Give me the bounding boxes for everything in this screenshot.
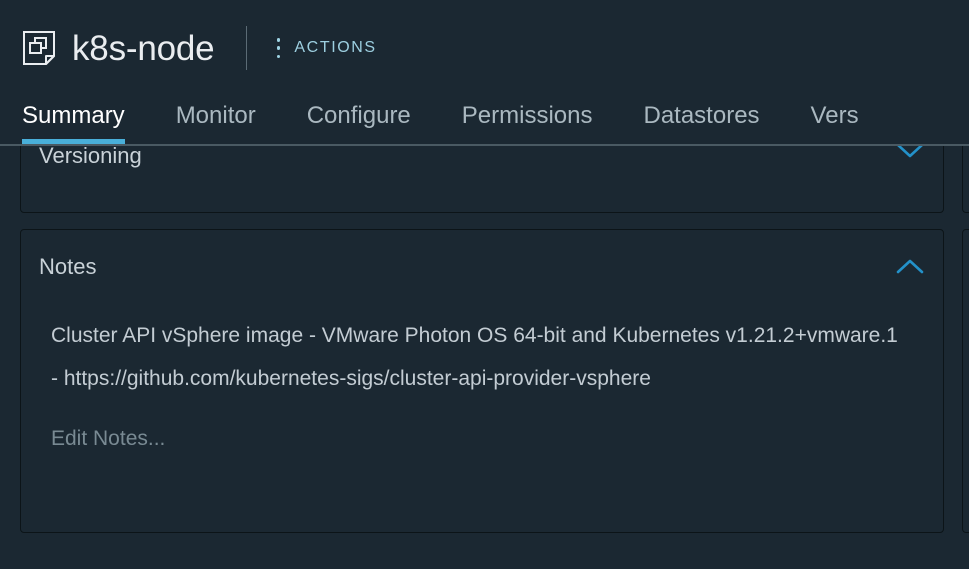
vsphere-client-window: k8s-node ACTIONS Summary Monitor Configu…	[0, 0, 969, 569]
tab-monitor[interactable]: Monitor	[176, 96, 256, 128]
tab-datastores[interactable]: Datastores	[643, 96, 759, 128]
panel-right-bottom	[962, 229, 969, 533]
vm-template-icon	[22, 30, 56, 66]
chevron-up-icon[interactable]	[895, 258, 925, 276]
panel-versioning: Versioning	[20, 146, 944, 213]
tab-summary-label: Summary	[22, 102, 125, 129]
tab-versions[interactable]: Vers	[811, 96, 859, 128]
chevron-down-icon[interactable]	[895, 146, 925, 160]
kebab-menu-icon	[271, 38, 285, 58]
tab-permissions-label: Permissions	[461, 102, 593, 129]
tab-bar: Summary Monitor Configure Permissions Da…	[0, 96, 969, 146]
panel-notes-body: Cluster API vSphere image - VMware Photo…	[21, 304, 943, 450]
panel-notes-header[interactable]: Notes	[21, 230, 943, 304]
summary-content: Versioning Notes Cluster API vSphere ima…	[0, 146, 969, 569]
tab-versions-label: Vers	[810, 102, 859, 129]
tab-summary[interactable]: Summary	[22, 96, 125, 144]
header-divider	[246, 26, 248, 70]
panel-versioning-title: Versioning	[39, 146, 142, 168]
tab-configure[interactable]: Configure	[307, 96, 411, 128]
object-header: k8s-node ACTIONS	[0, 0, 969, 96]
tab-monitor-label: Monitor	[175, 102, 256, 129]
notes-text: Cluster API vSphere image - VMware Photo…	[51, 324, 898, 390]
actions-button[interactable]: ACTIONS	[271, 38, 376, 58]
tab-permissions[interactable]: Permissions	[462, 96, 593, 128]
panel-versioning-header[interactable]: Versioning	[21, 146, 943, 167]
page-title: k8s-node	[72, 28, 215, 68]
tab-datastores-label: Datastores	[643, 102, 760, 129]
edit-notes-link[interactable]: Edit Notes...	[51, 428, 165, 449]
panel-right-top	[962, 146, 969, 213]
panel-notes: Notes Cluster API vSphere image - VMware…	[20, 229, 944, 533]
tab-configure-label: Configure	[306, 102, 411, 129]
panel-notes-title: Notes	[39, 254, 97, 279]
actions-label: ACTIONS	[294, 39, 377, 56]
